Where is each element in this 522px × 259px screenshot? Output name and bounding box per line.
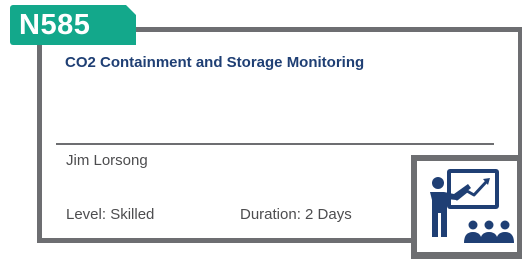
course-duration: Duration: 2 Days — [240, 206, 352, 223]
divider — [56, 143, 494, 145]
course-level: Level: Skilled — [66, 206, 155, 223]
instructor-name: Jim Lorsong — [66, 152, 148, 169]
course-code-badge: N585 — [10, 5, 136, 45]
course-title: CO2 Containment and Storage Monitoring — [65, 54, 365, 71]
classroom-presentation-icon — [417, 161, 517, 252]
